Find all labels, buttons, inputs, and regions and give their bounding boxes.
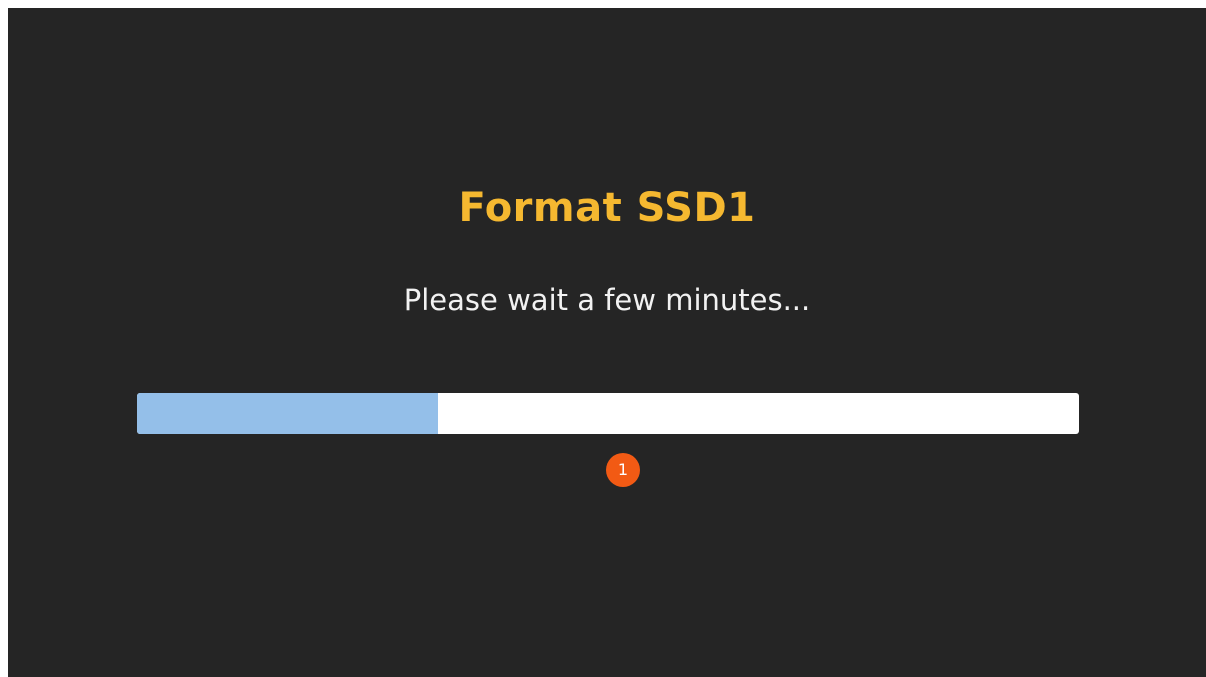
progress-bar	[137, 393, 1079, 434]
callout-badge: 1	[606, 453, 640, 487]
format-screen: Format SSD1 Please wait a few minutes...…	[8, 8, 1206, 677]
status-message: Please wait a few minutes...	[403, 283, 811, 317]
progress-bar-fill	[137, 393, 439, 434]
page-title: Format SSD1	[458, 185, 756, 231]
